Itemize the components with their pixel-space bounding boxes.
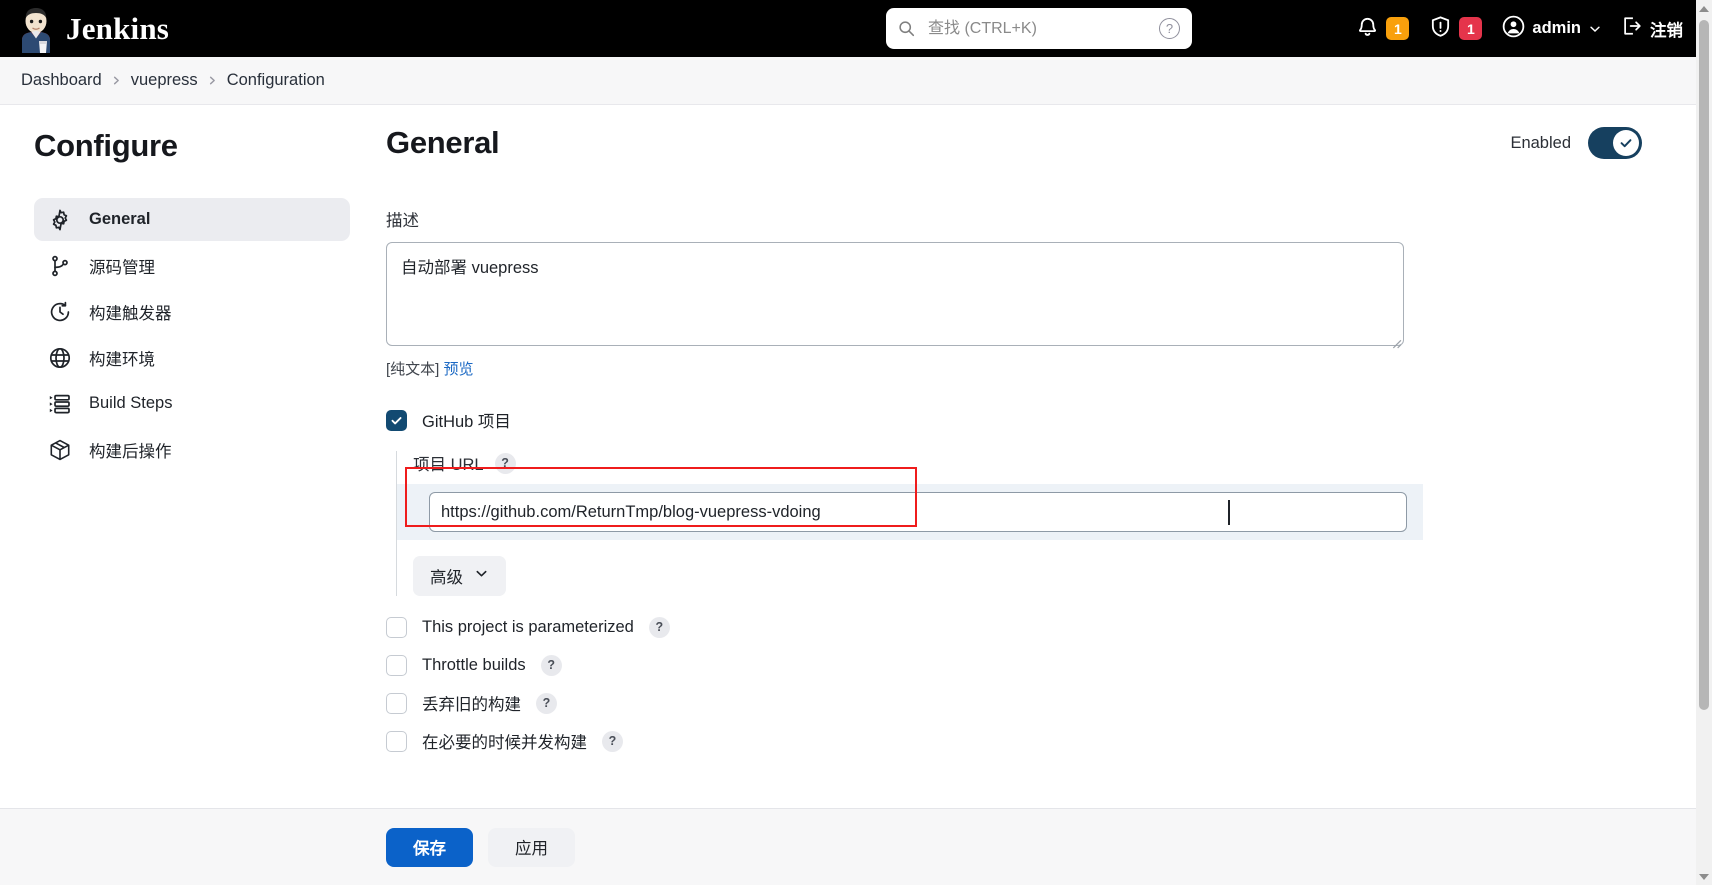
section-title: General — [386, 125, 500, 160]
breadcrumb-item-vuepress[interactable]: vuepress — [131, 71, 198, 90]
description-textarea[interactable] — [386, 242, 1404, 346]
configure-sidebar: Configure General 源码管理 构建触发器 构建环境 Build … — [0, 105, 382, 885]
apply-button[interactable]: 应用 — [488, 827, 575, 867]
brand-title: Jenkins — [66, 10, 170, 46]
bell-icon — [1356, 15, 1379, 43]
general-settings-panel: General Enabled 描述 自动部署 vuepress [纯文本] 预… — [382, 105, 1696, 885]
text-caret — [1228, 500, 1230, 525]
shield-alert-icon — [1429, 15, 1452, 43]
user-menu-button[interactable]: admin — [1492, 0, 1611, 57]
sidebar-item-build-steps[interactable]: Build Steps — [34, 382, 350, 425]
scrollbar-thumb[interactable] — [1699, 20, 1709, 710]
security-warnings-button[interactable]: 1 — [1419, 0, 1492, 57]
jenkins-home-link[interactable]: Jenkins — [0, 0, 169, 57]
search-icon — [898, 20, 915, 37]
project-url-label: 项目 URL — [413, 456, 484, 474]
security-count-badge: 1 — [1459, 17, 1483, 40]
breadcrumb-separator-icon — [207, 75, 218, 86]
source-branch-icon — [48, 254, 72, 278]
globe-icon — [48, 346, 72, 370]
sidebar-item-label: General — [89, 210, 151, 228]
avatar-icon — [1502, 15, 1525, 43]
jenkins-logo-icon — [16, 7, 56, 53]
sidebar-item-source-management[interactable]: 源码管理 — [34, 244, 350, 287]
description-field-wrap — [386, 242, 1404, 351]
package-icon — [48, 438, 72, 462]
save-button[interactable]: 保存 — [386, 827, 473, 867]
sidebar-item-build-triggers[interactable]: 构建触发器 — [34, 290, 350, 333]
discard-old-builds-checkbox[interactable] — [386, 692, 407, 714]
sidebar-item-general[interactable]: General — [34, 198, 350, 241]
enabled-label: Enabled — [1510, 133, 1571, 152]
project-url-help-icon[interactable]: ? — [494, 452, 516, 474]
notifications-count-badge: 1 — [1386, 17, 1410, 40]
plaintext-note: [纯文本] — [386, 361, 440, 378]
concurrent-builds-help-icon[interactable]: ? — [602, 730, 623, 752]
page-scrollbar[interactable] — [1696, 0, 1712, 885]
logout-button[interactable]: 注销 — [1611, 0, 1693, 57]
search-help-icon[interactable]: ? — [1159, 18, 1180, 39]
gear-icon — [48, 208, 72, 232]
sidebar-item-build-environment[interactable]: 构建环境 — [34, 336, 350, 379]
breadcrumb: Dashboard vuepress Configuration — [0, 57, 1696, 105]
scroll-up-arrow-icon[interactable] — [1696, 0, 1712, 17]
github-project-row: GitHub 项目 — [386, 401, 1650, 439]
project-url-input[interactable] — [429, 492, 1407, 532]
page-body: Configure General 源码管理 构建触发器 构建环境 Build … — [0, 105, 1696, 885]
sidebar-item-label: Build Steps — [89, 394, 173, 412]
clock-icon — [48, 300, 72, 324]
logout-label: 注销 — [1650, 21, 1683, 40]
option-row-throttle: Throttle builds ? — [386, 646, 1650, 684]
github-project-nested-group: 项目 URL ? 高级 — [396, 451, 1650, 596]
throttle-builds-help-icon[interactable]: ? — [540, 654, 562, 676]
toggle-knob — [1613, 130, 1639, 156]
option-row-parameterized: This project is parameterized ? — [386, 608, 1650, 646]
parameterized-checkbox[interactable] — [386, 616, 407, 638]
list-steps-icon — [48, 392, 72, 416]
search-input[interactable] — [926, 18, 1148, 39]
github-project-label: GitHub 项目 — [422, 413, 511, 431]
throttle-builds-checkbox[interactable] — [386, 654, 407, 676]
option-row-discard-old-builds: 丢弃旧的构建 ? — [386, 684, 1650, 722]
option-label: 在必要的时候并发构建 — [422, 734, 587, 752]
option-row-concurrent-builds: 在必要的时候并发构建 ? — [386, 722, 1650, 760]
project-url-label-row: 项目 URL ? — [413, 451, 1650, 475]
user-name-label: admin — [1532, 19, 1581, 37]
advanced-button-label: 高级 — [430, 569, 463, 587]
logout-icon — [1621, 15, 1643, 42]
topbar-right-actions: 1 1 admin 注销 — [1346, 0, 1693, 57]
form-action-bar: 保存 应用 — [0, 808, 1696, 885]
project-url-input-row — [397, 484, 1423, 540]
option-label: This project is parameterized — [422, 617, 634, 636]
breadcrumb-item-dashboard[interactable]: Dashboard — [21, 71, 102, 90]
sidebar-item-label: 源码管理 — [89, 258, 155, 277]
advanced-button[interactable]: 高级 — [413, 556, 506, 596]
section-header: General Enabled — [386, 125, 1650, 161]
enabled-toggle[interactable] — [1588, 127, 1642, 159]
sidebar-item-post-build-actions[interactable]: 构建后操作 — [34, 428, 350, 471]
breadcrumb-item-configuration[interactable]: Configuration — [227, 71, 325, 90]
scroll-down-arrow-icon[interactable] — [1696, 868, 1712, 885]
sidebar-item-label: 构建触发器 — [89, 304, 172, 323]
page-title: Configure — [34, 128, 178, 163]
option-label: Throttle builds — [422, 655, 526, 674]
preview-link[interactable]: 预览 — [444, 361, 474, 378]
top-navigation-bar: Jenkins ? 1 — [0, 0, 1711, 57]
parameterized-help-icon[interactable]: ? — [648, 616, 670, 638]
chevron-down-icon — [474, 566, 489, 586]
sidebar-item-label: 构建后操作 — [89, 442, 172, 461]
chevron-down-icon — [1588, 22, 1601, 35]
sidebar-item-label: 构建环境 — [89, 350, 155, 369]
jenkins-configure-page: Jenkins ? 1 — [0, 0, 1712, 885]
option-label: 丢弃旧的构建 — [422, 696, 521, 714]
breadcrumb-separator-icon — [111, 75, 122, 86]
description-preview-row: [纯文本] 预览 — [386, 358, 1650, 379]
concurrent-builds-checkbox[interactable] — [386, 730, 407, 752]
discard-old-builds-help-icon[interactable]: ? — [536, 692, 557, 714]
enabled-control: Enabled — [1510, 127, 1642, 159]
description-label: 描述 — [386, 212, 419, 230]
global-search-box[interactable]: ? — [886, 8, 1192, 49]
notifications-button[interactable]: 1 — [1346, 0, 1419, 57]
github-project-checkbox[interactable] — [386, 409, 407, 431]
